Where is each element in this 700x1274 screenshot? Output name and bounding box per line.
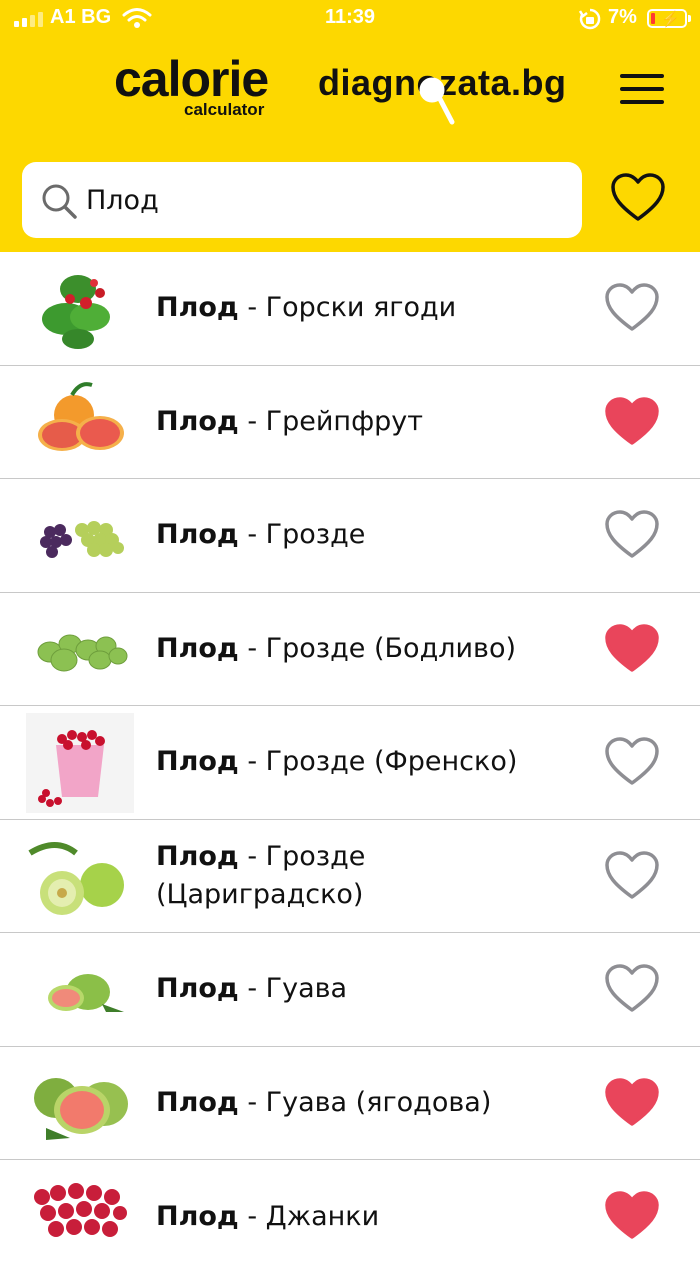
list-item[interactable]: Плод - Гуава [0,933,700,1047]
food-category: Плод [156,405,239,437]
favorite-heart-filled-icon[interactable] [604,1190,660,1242]
strawberry-guava-thumbnail [34,1077,128,1140]
favorite-heart-filled-icon[interactable] [604,396,660,448]
favorite-heart-outline-icon[interactable] [604,850,660,902]
food-name: Плод - Грозде (Бодливо) [156,593,576,706]
favorite-heart-outline-icon[interactable] [604,963,660,1015]
status-bar: A1 BG 11:39 7% ⚡ [0,0,700,38]
food-separator: - [238,292,266,324]
food-variety: Гуава (ягодова) [265,1086,492,1118]
food-name: Плод - Горски ягоди [156,252,576,365]
grapefruit-thumbnail [38,381,124,451]
food-category: Плод [156,1086,239,1118]
list-item[interactable]: Плод - Гуава (ягодова) [0,1047,700,1160]
favorite-heart-outline-icon[interactable] [604,509,660,561]
battery-icon: ⚡ [647,9,691,28]
food-category: Плод [156,519,239,551]
calorie-calculator-logo[interactable]: calorie calculator [114,51,284,126]
list-item[interactable]: Плод - Грозде (Бодливо) [0,593,700,706]
rotation-lock-icon [578,7,602,36]
food-category: Плод [156,292,239,324]
food-variety: Грозде (Бодливо) [265,632,517,664]
food-variety: Джанки [265,1200,380,1232]
food-name: Плод - Гуава [156,933,576,1046]
food-variety: Грейпфрут [265,405,424,437]
food-name: Плод - Гуава (ягодова) [156,1047,576,1160]
diagnozata-logo[interactable]: diagnozata.bg [318,62,567,132]
food-category: Плод [156,840,239,872]
redcurrant-thumbnail [26,713,134,813]
food-separator: - [238,746,266,778]
amla-thumbnail [28,841,124,915]
food-name: Плод - Грозде (Цариградско) [156,820,576,933]
grapes-thumbnail [40,521,124,558]
guava-thumbnail [48,974,124,1012]
search-input[interactable] [86,174,566,226]
food-variety: Грозде (Френско) [265,746,518,778]
list-item[interactable]: Плод - Грозде (Цариградско) [0,820,700,933]
gooseberry-thumbnail [37,634,128,671]
food-variety: Горски ягоди [265,292,457,324]
food-variety: Гуава [265,973,348,1005]
food-category: Плод [156,746,239,778]
list-item[interactable]: Плод - Грозде (Френско) [0,706,700,820]
favorite-heart-filled-icon[interactable] [604,623,660,675]
food-name: Плод - Грейпфрут [156,366,576,479]
list-item[interactable]: Плод - Грозде [0,479,700,593]
food-separator: - [238,840,266,872]
search-bar[interactable] [22,162,582,238]
battery-percent: 7% [608,6,637,28]
food-name: Плод - Грозде (Френско) [156,706,576,819]
list-item[interactable]: Плод - Горски ягоди [0,252,700,366]
food-category: Плод [156,973,239,1005]
food-category: Плод [156,1200,239,1232]
food-separator: - [238,973,266,1005]
food-separator: - [238,632,266,664]
food-list: Плод - Горски ягоди Плод - Грейпфрут Пло… [0,252,700,1274]
wild-strawberry-thumbnail [42,275,110,349]
food-name: Плод - Грозде [156,479,576,592]
food-name: Плод - Джанки [156,1160,576,1274]
search-icon [42,184,77,219]
food-separator: - [238,405,266,437]
food-separator: - [238,1086,266,1118]
favorite-heart-outline-icon[interactable] [604,282,660,334]
favorites-heart-icon[interactable] [610,172,666,224]
app-header: A1 BG 11:39 7% ⚡ calorie calculator diag… [0,0,700,252]
hamburger-menu-icon[interactable] [616,74,668,108]
food-separator: - [238,1200,266,1232]
food-separator: - [238,519,266,551]
cherry-plum-thumbnail [34,1183,127,1237]
magnifier-logo-icon [419,77,455,125]
list-item[interactable]: Плод - Джанки [0,1160,700,1274]
favorite-heart-outline-icon[interactable] [604,736,660,788]
logo-subtitle: calculator [184,100,265,119]
food-variety: Грозде [265,519,366,551]
list-item[interactable]: Плод - Грейпфрут [0,366,700,479]
favorite-heart-filled-icon[interactable] [604,1077,660,1129]
food-category: Плод [156,632,239,664]
